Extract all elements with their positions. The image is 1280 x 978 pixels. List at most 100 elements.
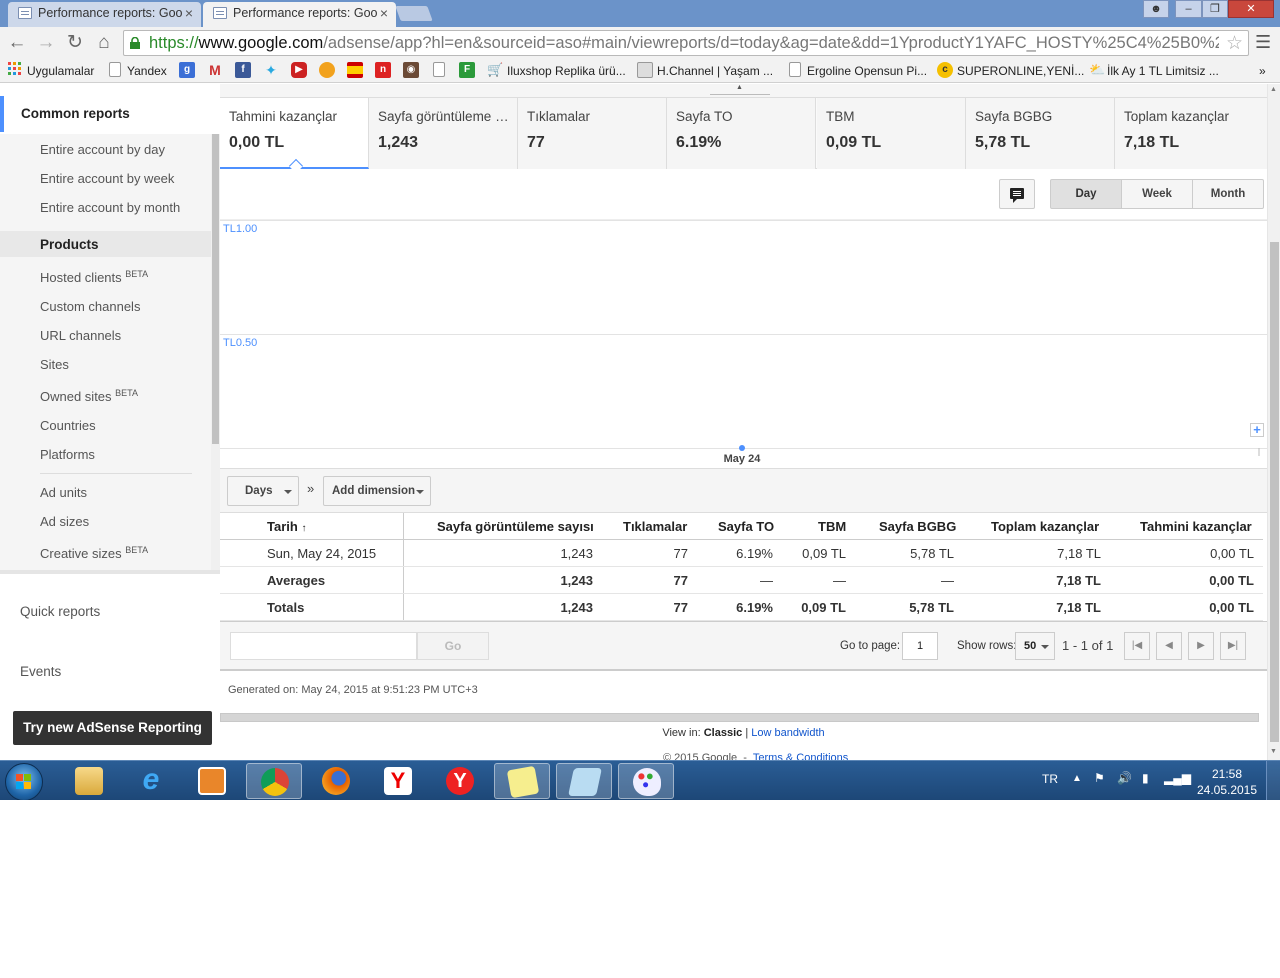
column-header-pageviews[interactable]: Sayfa görüntüleme sayısı	[437, 519, 594, 534]
filter-input[interactable]	[230, 632, 417, 660]
home-icon[interactable]: ⌂	[92, 31, 116, 55]
address-bar[interactable]: https://www.google.com/adsense/app?hl=en…	[123, 30, 1249, 56]
reload-icon[interactable]: ↻	[63, 31, 87, 55]
next-page-icon[interactable]: ▶	[1188, 632, 1214, 660]
bookmark-ilk-ay[interactable]: İlk Ay 1 TL Limitsiz ...	[1107, 62, 1219, 80]
chart-zoom-plus-icon[interactable]: +	[1250, 423, 1264, 437]
google-plus-icon[interactable]: g	[179, 62, 195, 78]
days-dropdown[interactable]: Days	[227, 476, 299, 506]
sidebar-item-entire-account-by-day[interactable]: Entire account by day	[40, 142, 165, 157]
sidebar-item-platforms[interactable]: Platforms	[40, 447, 95, 462]
sidebar-item-owned-sites[interactable]: Owned sites BETA	[40, 388, 138, 404]
bookmark-star-icon[interactable]: ☆	[1226, 32, 1243, 55]
network-signal-icon[interactable]: ▂▄▆	[1164, 771, 1191, 785]
sidebar-item-ad-sizes[interactable]: Ad sizes	[40, 514, 89, 529]
metric-tab[interactable]: Sayfa BGBG 5,78 TL	[966, 98, 1115, 169]
taskbar-yandex-browser[interactable]: Y	[370, 763, 426, 799]
metric-tab[interactable]: Toplam kazançlar 7,18 TL	[1115, 98, 1267, 169]
sidebar-item-quick-reports[interactable]: Quick reports	[20, 604, 100, 619]
browser-tab[interactable]: Performance reports: Goo ×	[8, 2, 201, 27]
sidebar-item-url-channels[interactable]: URL channels	[40, 328, 121, 343]
page-icon[interactable]	[433, 62, 445, 77]
sidebar-item-products[interactable]: Products	[0, 231, 211, 257]
granularity-day-button[interactable]: Day	[1050, 179, 1122, 209]
column-header-estimated-earnings[interactable]: Tahmini kazançlar	[1140, 519, 1252, 534]
granularity-week-button[interactable]: Week	[1121, 179, 1193, 209]
forward-icon[interactable]: →	[34, 31, 58, 55]
low-bandwidth-link[interactable]: Low bandwidth	[751, 727, 824, 739]
terms-link[interactable]: Terms & Conditions	[753, 752, 848, 760]
metric-tab[interactable]: Tahmini kazançlar 0,00 TL	[220, 98, 369, 174]
taskbar-sticky-notes[interactable]	[494, 763, 550, 799]
bookmark-apps[interactable]: Uygulamalar	[27, 62, 94, 80]
sidebar-item-sites[interactable]: Sites	[40, 357, 69, 372]
sidebar-item-entire-account-by-week[interactable]: Entire account by week	[40, 171, 174, 186]
close-tab-icon[interactable]: ×	[380, 2, 388, 24]
green-f-icon[interactable]: F	[459, 62, 475, 78]
metric-tab[interactable]: Sayfa görüntüleme sayısı 1,243	[369, 98, 518, 169]
scrollbar-thumb[interactable]	[212, 134, 219, 444]
add-dimension-dropdown[interactable]: Add dimension	[323, 476, 431, 506]
window-close-button[interactable]: ✕	[1228, 0, 1274, 18]
taskbar-media-player[interactable]	[184, 763, 240, 799]
sidebar-item-hosted-clients[interactable]: Hosted clients BETA	[40, 269, 148, 285]
taskbar-notepad[interactable]	[556, 763, 612, 799]
column-header-total-earnings[interactable]: Toplam kazançlar	[991, 519, 1099, 534]
metric-tab[interactable]: Tıklamalar 77	[518, 98, 667, 169]
taskbar-yandex[interactable]: Y	[432, 763, 488, 799]
battery-icon[interactable]: ▮	[1142, 771, 1149, 785]
sidebar-item-custom-channels[interactable]: Custom channels	[40, 299, 140, 314]
spain-flag-icon[interactable]	[347, 62, 363, 78]
column-header-date[interactable]: Tarih ↑	[267, 519, 306, 534]
youtube-icon[interactable]: ▶	[291, 62, 307, 78]
scroll-down-icon[interactable]: ▼	[1270, 748, 1277, 755]
column-header-page-ctr[interactable]: Sayfa TO	[718, 519, 774, 534]
column-header-cpc[interactable]: TBM	[818, 519, 846, 534]
sidebar-item-creative-sizes[interactable]: Creative sizes BETA	[40, 545, 148, 561]
twitter-icon[interactable]: ✦	[263, 62, 279, 78]
sidebar-item-ad-units[interactable]: Ad units	[40, 485, 87, 500]
column-header-page-rpm[interactable]: Sayfa BGBG	[879, 519, 956, 534]
sidebar-item-events[interactable]: Events	[20, 664, 61, 679]
sidebar-item-entire-account-by-month[interactable]: Entire account by month	[40, 200, 180, 215]
taskbar-paint[interactable]	[618, 763, 674, 799]
bookmark-yandex[interactable]: Yandex	[127, 62, 167, 80]
metric-tab[interactable]: Sayfa TO 6.19%	[667, 98, 816, 169]
taskbar-ie[interactable]: e	[123, 763, 179, 799]
bookmark-hchannel[interactable]: H.Channel | Yaşam ...	[657, 62, 773, 80]
action-center-flag-icon[interactable]: ⚑	[1094, 771, 1105, 785]
facebook-icon[interactable]: f	[235, 62, 251, 78]
first-page-icon[interactable]: |◀	[1124, 632, 1150, 660]
show-desktop-button[interactable]	[1266, 761, 1280, 800]
n-red-icon[interactable]: n	[375, 62, 391, 78]
previous-page-icon[interactable]: ◀	[1156, 632, 1182, 660]
gmail-icon[interactable]: M	[207, 62, 223, 78]
collapse-handle-icon[interactable]	[710, 84, 770, 95]
user-icon[interactable]: ☻	[1143, 0, 1169, 18]
scroll-up-icon[interactable]: ▲	[1270, 86, 1277, 93]
chrome-menu-icon[interactable]: ☰	[1255, 32, 1271, 52]
taskbar-explorer[interactable]	[61, 763, 117, 799]
sidebar-scrollbar[interactable]	[211, 134, 220, 570]
taskbar-firefox[interactable]	[308, 763, 364, 799]
try-new-reporting-button[interactable]: Try new AdSense Reporting	[13, 711, 212, 745]
taskbar-chrome[interactable]	[246, 763, 302, 799]
granularity-month-button[interactable]: Month	[1192, 179, 1264, 209]
column-header-clicks[interactable]: Tıklamalar	[623, 519, 687, 534]
bookmark-ergoline[interactable]: Ergoline Opensun Pi...	[807, 62, 927, 80]
language-indicator[interactable]: TR	[1042, 772, 1058, 786]
minimize-button[interactable]: –	[1175, 0, 1202, 18]
new-tab-button[interactable]	[395, 6, 433, 21]
volume-icon[interactable]: 🔊	[1117, 771, 1132, 785]
bookmark-iluxshop[interactable]: Iluxshop Replika ürü...	[507, 62, 626, 80]
apps-grid-icon[interactable]	[7, 62, 23, 78]
browser-tab-active[interactable]: Performance reports: Goo ×	[203, 2, 396, 27]
annotation-button[interactable]	[999, 179, 1035, 209]
back-icon[interactable]: ←	[5, 31, 29, 55]
bookmarks-overflow-button[interactable]: »	[1259, 62, 1266, 80]
metric-tab[interactable]: TBM 0,09 TL	[817, 98, 966, 169]
rows-per-page-select[interactable]: 50	[1015, 632, 1055, 660]
bookmark-superonline[interactable]: SUPERONLINE,YENİ...	[957, 62, 1084, 80]
instagram-icon[interactable]: ◉	[403, 62, 419, 78]
page-scrollbar[interactable]: ▲ ▼	[1267, 84, 1280, 760]
